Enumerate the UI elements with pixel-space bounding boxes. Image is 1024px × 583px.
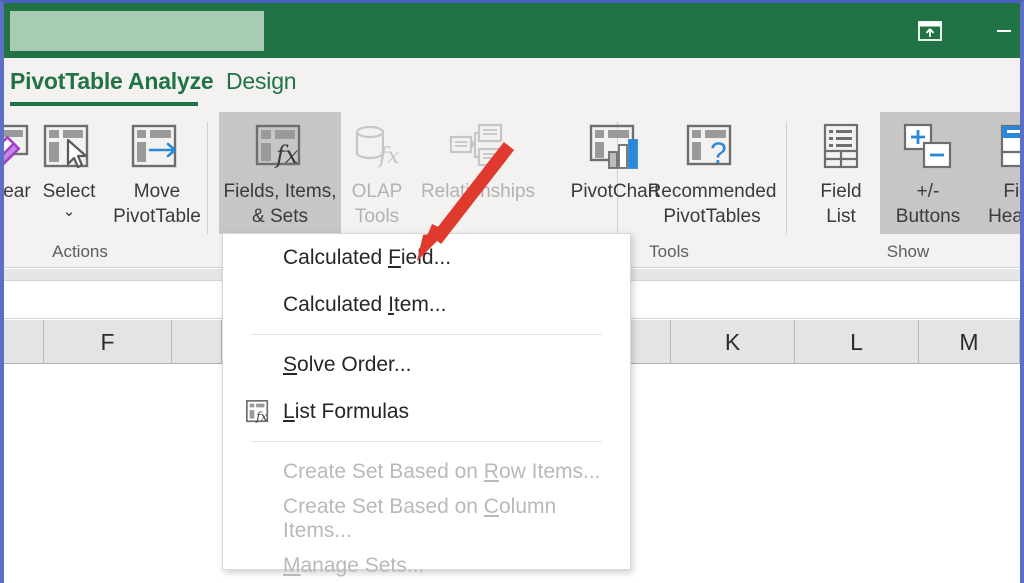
quick-access-toolbar[interactable] <box>10 11 264 51</box>
column-header-j[interactable] <box>631 320 671 364</box>
ribbon-tab-strip: PivotTable Analyze Design Share <box>4 58 1020 156</box>
solve-order-item[interactable]: Solve Order... <box>223 341 630 388</box>
recommended-pivottables-label: Recommended PivotTables <box>647 181 777 227</box>
select-pointer-icon <box>42 116 96 178</box>
recommended-pivottables-icon: ? <box>684 116 740 178</box>
chevron-down-icon: ⌄ <box>62 203 76 220</box>
column-header-l[interactable]: L <box>795 320 919 364</box>
plus-minus-buttons-label: +/- Buttons <box>895 181 961 227</box>
field-headers-label: Field Headers <box>988 181 1023 227</box>
group-label-actions: Actions <box>52 242 108 261</box>
fields-items-sets-dropdown: Calculated Field... Calculated Item... S… <box>222 233 631 577</box>
create-set-row-items-label: Create Set Based on Row Items... <box>283 459 601 483</box>
field-headers-icon <box>998 116 1020 178</box>
pivotchart-icon <box>587 116 643 178</box>
column-header-k[interactable]: K <box>671 320 795 364</box>
group-separator-actions <box>207 122 208 234</box>
create-set-column-items-label: Create Set Based on Column Items... <box>283 494 557 542</box>
plus-minus-icon <box>902 116 954 178</box>
plus-minus-buttons-button[interactable]: +/- Buttons <box>880 112 976 234</box>
column-header-f[interactable]: F <box>44 320 172 364</box>
field-list-label: Field List <box>820 181 862 227</box>
minimize-icon <box>997 30 1011 32</box>
calculated-field-label: Calculated Field... <box>283 245 452 269</box>
relationships-icon <box>449 116 507 178</box>
field-headers-button[interactable]: Field Headers <box>976 112 1023 234</box>
solve-order-label: Solve Order... <box>283 352 412 376</box>
create-set-row-items-item: Create Set Based on Row Items... <box>223 448 630 495</box>
select-label: Select <box>42 181 96 202</box>
svg-text:fx: fx <box>274 141 299 169</box>
olap-tools-label: OLAP Tools <box>351 181 403 227</box>
list-formulas-label: List Formulas <box>283 399 410 423</box>
list-formulas-item[interactable]: fx List Formulas <box>223 388 630 435</box>
fields-items-sets-fx-icon: fx <box>253 116 307 178</box>
recommended-pivottables-button[interactable]: ? Recommended PivotTables <box>636 112 788 234</box>
manage-sets-item: Manage Sets... <box>223 542 630 583</box>
tab-pivottable-analyze[interactable]: PivotTable Analyze <box>10 62 214 106</box>
excel-window: PivotTable Analyze Design Share <box>0 0 1024 583</box>
calculated-item-label: Calculated Item... <box>283 292 447 316</box>
group-label-show: Show <box>886 242 930 261</box>
move-arrow-icon <box>130 116 184 178</box>
list-formulas-fx-icon: fx <box>244 398 272 426</box>
column-header-m[interactable]: M <box>919 320 1020 364</box>
tab-design[interactable]: Design <box>226 62 297 106</box>
field-list-button[interactable]: Field List <box>802 112 880 234</box>
column-header-g[interactable] <box>172 320 222 364</box>
select-button[interactable]: Select ⌄ <box>26 112 112 234</box>
active-tab-underline <box>10 102 198 106</box>
move-pivottable-label: Move PivotTable <box>113 181 201 227</box>
minimize-button[interactable] <box>989 20 1019 42</box>
calculated-field-item[interactable]: Calculated Field... <box>223 234 630 281</box>
fields-items-sets-button[interactable]: fx Fields, Items, & Sets <box>219 112 341 234</box>
field-list-icon <box>819 116 863 178</box>
manage-sets-label: Manage Sets... <box>283 553 425 577</box>
menu-separator-1 <box>251 334 602 335</box>
menu-separator-2 <box>251 441 602 442</box>
move-pivottable-button[interactable]: Move PivotTable <box>104 112 210 234</box>
fields-items-sets-label: Fields, Items, & Sets <box>223 181 337 227</box>
relationships-label: Relationships <box>420 181 536 202</box>
svg-text:fx: fx <box>377 144 400 169</box>
group-separator-tools <box>786 122 787 234</box>
svg-text:?: ? <box>710 137 727 170</box>
svg-text:fx: fx <box>255 409 267 423</box>
create-set-column-items-item: Create Set Based on Column Items... <box>223 495 630 542</box>
calculated-item-item[interactable]: Calculated Item... <box>223 281 630 328</box>
title-bar <box>4 3 1020 58</box>
relationships-button: Relationships <box>403 112 553 234</box>
ribbon-display-options-icon[interactable] <box>915 20 945 42</box>
column-header-corner[interactable] <box>4 320 44 364</box>
olap-cylinder-fx-icon: fx <box>351 116 403 178</box>
